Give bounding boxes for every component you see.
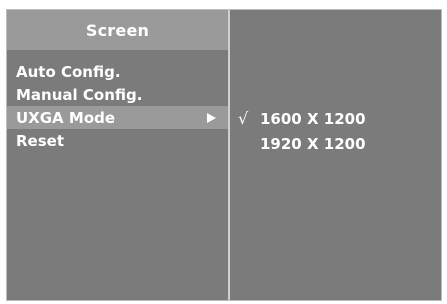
menu-title: Screen bbox=[85, 20, 150, 40]
main-menu-panel: Screen Auto Config. Manual Config. UXGA … bbox=[7, 10, 228, 300]
menu-item-auto-config[interactable]: Auto Config. bbox=[7, 60, 228, 83]
menu-item-reset[interactable]: Reset bbox=[7, 129, 228, 152]
menu-item-label: Auto Config. bbox=[16, 62, 121, 81]
menu-item-label: UXGA Mode bbox=[16, 108, 116, 127]
menu-title-bar: Screen bbox=[7, 10, 228, 50]
option-1600x1200[interactable]: √ 1600 X 1200 bbox=[230, 106, 441, 131]
osd-menu-frame: Screen Auto Config. Manual Config. UXGA … bbox=[6, 9, 442, 301]
submenu-arrow-icon bbox=[207, 112, 216, 123]
menu-item-label: Reset bbox=[16, 131, 64, 150]
submenu-list: √ 1600 X 1200 1920 X 1200 bbox=[230, 106, 441, 156]
submenu-panel: √ 1600 X 1200 1920 X 1200 bbox=[230, 10, 441, 300]
option-label: 1920 X 1200 bbox=[260, 134, 366, 153]
menu-list: Auto Config. Manual Config. UXGA Mode Re… bbox=[7, 60, 228, 152]
checkmark-icon: √ bbox=[238, 109, 249, 128]
option-label: 1600 X 1200 bbox=[260, 109, 366, 128]
menu-item-label: Manual Config. bbox=[16, 85, 143, 104]
option-1920x1200[interactable]: 1920 X 1200 bbox=[230, 131, 441, 156]
menu-item-manual-config[interactable]: Manual Config. bbox=[7, 83, 228, 106]
menu-item-uxga-mode[interactable]: UXGA Mode bbox=[7, 106, 228, 129]
